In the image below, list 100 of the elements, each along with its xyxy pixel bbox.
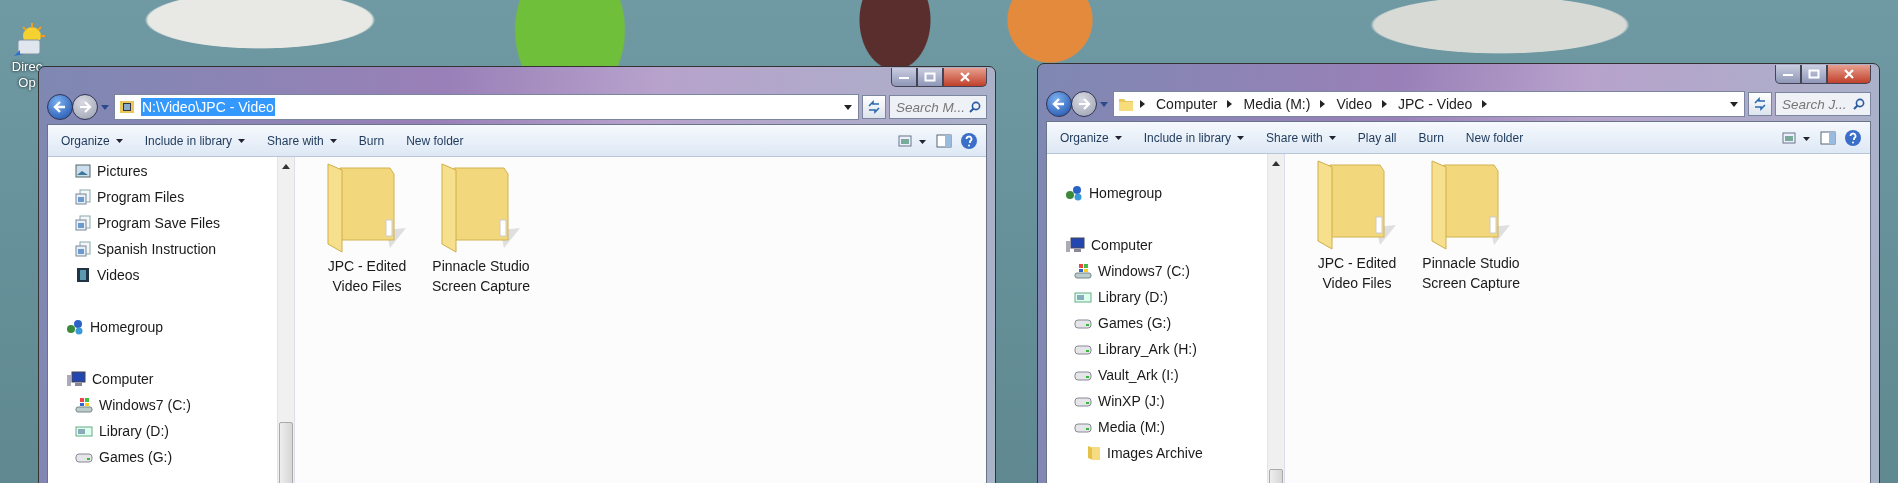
back-arrow-icon (53, 101, 67, 113)
close-button[interactable] (1827, 65, 1871, 84)
toolbar-button[interactable]: Include in library (137, 130, 253, 151)
drive-icon (75, 424, 93, 438)
search-field[interactable]: Search J... (1775, 92, 1871, 116)
back-button[interactable] (1046, 91, 1072, 117)
refresh-icon (1753, 97, 1767, 111)
nav-item[interactable]: Windows7 (C:) (48, 392, 277, 418)
dropdown-caret-icon (1114, 135, 1122, 140)
folder-item[interactable]: Pinnacle Studio Screen Capture (1421, 157, 1521, 293)
nav-item[interactable]: Spanish Instruction (48, 236, 277, 262)
chevron-icon[interactable] (1482, 100, 1489, 108)
help-icon[interactable] (1844, 128, 1862, 147)
nav-item[interactable]: Program Files (48, 184, 277, 210)
nav-item[interactable]: Media (M:) (1047, 414, 1267, 440)
history-caret-icon[interactable] (101, 104, 109, 110)
nav-item[interactable]: Library (D:) (48, 418, 277, 444)
chevron-icon[interactable] (1227, 100, 1234, 108)
dropdown-caret-icon (329, 138, 337, 143)
nav-item[interactable]: Games (G:) (1047, 310, 1267, 336)
scrollbar[interactable] (277, 157, 294, 483)
maximize-icon (1808, 69, 1820, 79)
chevron-icon[interactable] (1140, 100, 1146, 108)
minimize-button[interactable] (891, 68, 917, 87)
scroll-up-arrow-icon[interactable] (282, 164, 290, 169)
video-folder-icon (119, 99, 135, 115)
dropdown-caret-icon[interactable] (844, 104, 852, 110)
toolbar-button[interactable]: Include in library (1136, 127, 1252, 148)
breadcrumb-item[interactable]: Video (1332, 96, 1376, 112)
toolbar-button[interactable]: Organize (1053, 127, 1129, 148)
minimize-button[interactable] (1775, 65, 1801, 84)
nav-item[interactable]: Library (D:) (1047, 284, 1267, 310)
breadcrumb-item[interactable]: JPC - Video (1393, 96, 1477, 112)
back-button[interactable] (47, 94, 73, 120)
address-bar[interactable]: Computer Media (M:) Video JPC - Video (1113, 91, 1745, 117)
drive-icon (75, 451, 93, 463)
toolbar-button[interactable]: Burn (1411, 127, 1451, 148)
scrollbar[interactable] (1267, 154, 1284, 483)
toolbar-button[interactable]: New folder (399, 130, 471, 151)
search-field[interactable]: Search M... (889, 95, 987, 119)
breadcrumb-item[interactable]: Media (M:) (1239, 96, 1315, 112)
folder-item[interactable]: JPC - Edited Video Files (317, 160, 417, 296)
nav-item[interactable]: Games (G:) (48, 444, 277, 470)
nav-item[interactable]: Computer (1047, 232, 1267, 258)
pictures-icon (75, 164, 91, 178)
toolbar-button[interactable]: Burn (351, 130, 392, 151)
scroll-up-arrow-icon[interactable] (1272, 161, 1280, 166)
search-icon (969, 101, 981, 113)
nav-item[interactable]: Windows7 (C:) (1047, 258, 1267, 284)
view-options-icon[interactable] (1782, 130, 1812, 145)
folder-icon (1430, 157, 1512, 253)
toolbar-button[interactable]: New folder (1458, 127, 1531, 148)
library-icon (75, 189, 91, 205)
forward-arrow-icon (1077, 98, 1091, 110)
drive-icon (1074, 290, 1092, 304)
dropdown-caret-icon (238, 138, 246, 143)
drive-icon (1074, 317, 1092, 329)
forward-button[interactable] (72, 94, 98, 120)
nav-item[interactable]: Videos (48, 262, 277, 288)
dropdown-caret-icon[interactable] (1730, 101, 1738, 107)
toolbar-button[interactable]: Play all (1350, 127, 1404, 148)
close-icon (959, 72, 971, 82)
nav-item[interactable]: Library_Ark (H:) (1047, 336, 1267, 362)
refresh-button[interactable] (862, 95, 886, 119)
maximize-button[interactable] (1801, 65, 1827, 84)
nav-item[interactable]: Homegroup (48, 314, 277, 340)
toolbar-button[interactable]: Organize (54, 130, 130, 151)
nav-item[interactable]: Homegroup (1047, 180, 1267, 206)
close-button[interactable] (943, 68, 987, 87)
nav-item[interactable]: Computer (48, 366, 277, 392)
drive-icon (1074, 395, 1092, 407)
maximize-button[interactable] (917, 68, 943, 87)
library-icon (75, 215, 91, 231)
folder-item[interactable]: Pinnacle Studio Screen Capture (431, 160, 531, 296)
homegroup-icon (66, 319, 84, 335)
sun-shortcut-icon (12, 22, 48, 58)
forward-button[interactable] (1071, 91, 1097, 117)
library-icon (75, 241, 91, 257)
chevron-icon[interactable] (1320, 100, 1327, 108)
refresh-button[interactable] (1748, 92, 1772, 116)
forward-arrow-icon (78, 101, 92, 113)
folder-icon (440, 160, 522, 256)
drive-icon (1074, 369, 1092, 381)
view-options-icon[interactable] (898, 133, 928, 148)
nav-item[interactable]: WinXP (J:) (1047, 388, 1267, 414)
chevron-icon[interactable] (1381, 100, 1388, 108)
nav-item[interactable]: Pictures (48, 158, 277, 184)
nav-item[interactable]: Program Save Files (48, 210, 277, 236)
nav-item[interactable]: Vault_Ark (I:) (1047, 362, 1267, 388)
breadcrumb-item[interactable]: Computer (1152, 96, 1222, 112)
maximize-icon (924, 72, 936, 82)
help-icon[interactable] (960, 131, 978, 150)
nav-item[interactable]: Images Archive (1047, 440, 1267, 466)
toolbar-button[interactable]: Share with (1259, 127, 1343, 148)
toolbar-button[interactable]: Share with (260, 130, 344, 151)
computer-icon (1065, 237, 1085, 253)
history-caret-icon[interactable] (1100, 101, 1108, 107)
address-path: N:\Video\JPC - Video (141, 98, 275, 116)
windows-drive-icon (75, 397, 93, 413)
folder-item[interactable]: JPC - Edited Video Files (1307, 157, 1407, 293)
